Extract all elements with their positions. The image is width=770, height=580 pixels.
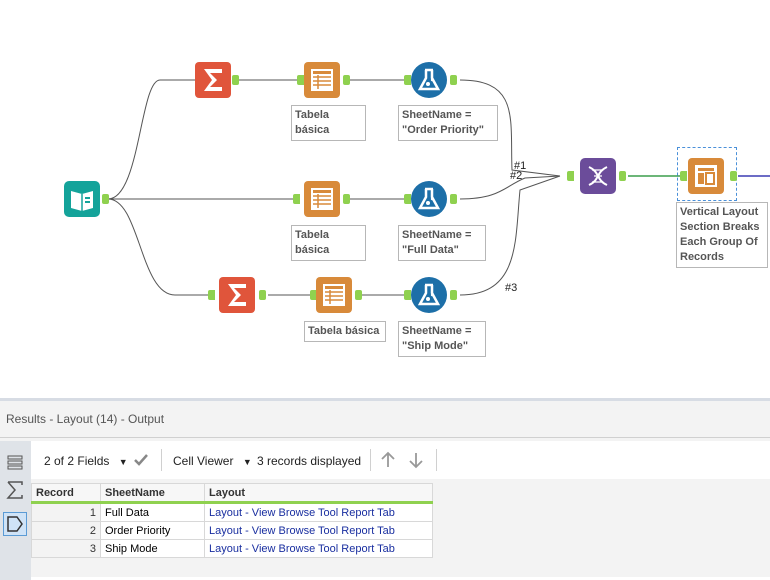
annotation-text: Vertical Layout [680, 206, 759, 218]
input-anchor[interactable] [404, 290, 411, 300]
output-anchor[interactable] [343, 75, 350, 85]
summarize-tool[interactable] [195, 62, 231, 98]
output-anchor[interactable] [730, 171, 737, 181]
formula-annotation: SheetName = "Order Priority" [398, 105, 498, 141]
results-side-rail [0, 441, 31, 580]
input-data-tool[interactable] [64, 181, 100, 217]
table-annotation: Tabela básica [291, 225, 366, 261]
annotation-text: "Ship Mode" [402, 340, 469, 352]
divider [0, 437, 770, 438]
input-anchor[interactable] [680, 171, 687, 181]
fields-select-label: 2 of 2 Fields [44, 454, 110, 468]
tag-view-icon[interactable] [3, 512, 27, 536]
table-annotation: Tabela básica [291, 105, 366, 141]
cell-viewer-label: Cell Viewer [173, 454, 234, 468]
annotation-text: Records [680, 251, 725, 263]
output-anchor[interactable] [450, 194, 457, 204]
divider [436, 449, 437, 471]
layout-annotation: Vertical Layout Section Breaks Each Grou… [676, 202, 768, 268]
table-view-icon[interactable] [3, 451, 27, 475]
annotation-text: SheetName = [402, 325, 472, 337]
record-number: 1 [31, 502, 101, 522]
input-anchor[interactable] [297, 75, 304, 85]
arrow-up-icon[interactable] [379, 450, 397, 473]
output-anchor[interactable] [232, 75, 239, 85]
input-anchor[interactable] [293, 194, 300, 204]
summarize-tool[interactable] [219, 277, 255, 313]
results-toolbar: 2 of 2 Fields ▼ Cell Viewer ▼ 3 records … [31, 441, 770, 479]
chevron-down-icon: ▼ [118, 457, 128, 467]
layout-cell[interactable]: Layout - View Browse Tool Report Tab [204, 502, 433, 522]
annotation-text: Each Group Of [680, 236, 758, 248]
formula-annotation: SheetName = "Ship Mode" [398, 321, 486, 357]
formula-tool[interactable] [411, 181, 447, 217]
sheetname-cell[interactable]: Full Data [100, 502, 205, 522]
union-tool[interactable] [580, 158, 616, 194]
input-anchor[interactable] [208, 290, 215, 300]
column-header-sheetname[interactable]: SheetName [100, 483, 205, 504]
column-header-record[interactable]: Record [31, 483, 101, 504]
formula-annotation: SheetName = "Full Data" [398, 225, 486, 261]
output-anchor[interactable] [259, 290, 266, 300]
output-anchor[interactable] [355, 290, 362, 300]
table-row[interactable]: 1 Full Data Layout - View Browse Tool Re… [31, 502, 433, 522]
input-anchor[interactable] [404, 75, 411, 85]
connection-label: #2 [510, 170, 523, 182]
input-anchor[interactable] [404, 194, 411, 204]
results-title: Results - Layout (14) - Output [6, 412, 165, 426]
records-count: 3 records displayed [257, 454, 362, 468]
output-anchor[interactable] [619, 171, 626, 181]
table-tool[interactable] [304, 62, 340, 98]
connection-label: #3 [505, 282, 518, 294]
output-anchor[interactable] [102, 194, 109, 204]
column-header-layout[interactable]: Layout [204, 483, 433, 504]
formula-tool[interactable] [411, 277, 447, 313]
summary-view-icon[interactable] [3, 478, 27, 502]
input-anchor[interactable] [567, 171, 574, 181]
divider [161, 449, 162, 471]
output-anchor[interactable] [450, 75, 457, 85]
annotation-text: SheetName = [402, 229, 472, 241]
table-tool[interactable] [304, 181, 340, 217]
results-table: Record SheetName Layout 1 Full Data Layo… [31, 483, 433, 558]
formula-tool[interactable] [411, 62, 447, 98]
fields-select[interactable]: 2 of 2 Fields ▼ [44, 454, 128, 468]
sheetname-cell[interactable]: Order Priority [100, 521, 205, 540]
cell-viewer-select[interactable]: Cell Viewer ▼ [173, 454, 252, 468]
divider [370, 449, 371, 471]
sheetname-cell[interactable]: Ship Mode [100, 539, 205, 558]
check-icon[interactable] [132, 451, 150, 472]
annotation-text: "Full Data" [402, 244, 459, 256]
chevron-down-icon: ▼ [242, 457, 252, 467]
annotation-text: Tabela básica [295, 109, 330, 136]
table-header-row: Record SheetName Layout [31, 483, 433, 504]
layout-cell[interactable]: Layout - View Browse Tool Report Tab [204, 521, 433, 540]
arrow-down-icon[interactable] [407, 450, 425, 473]
output-anchor[interactable] [343, 194, 350, 204]
annotation-text: SheetName = [402, 109, 472, 121]
table-tool[interactable] [316, 277, 352, 313]
annotation-text: Tabela básica [308, 325, 380, 337]
record-number: 3 [31, 539, 101, 558]
results-panel: Results - Layout (14) - Output 2 of 2 Fi… [0, 398, 770, 580]
table-row[interactable]: 3 Ship Mode Layout - View Browse Tool Re… [31, 539, 433, 558]
output-anchor[interactable] [450, 290, 457, 300]
annotation-text: Section Breaks [680, 221, 760, 233]
layout-tool[interactable] [688, 158, 724, 194]
table-row[interactable]: 2 Order Priority Layout - View Browse To… [31, 521, 433, 540]
annotation-text: "Order Priority" [402, 124, 484, 136]
record-number: 2 [31, 521, 101, 540]
layout-cell[interactable]: Layout - View Browse Tool Report Tab [204, 539, 433, 558]
table-annotation: Tabela básica [304, 321, 386, 342]
annotation-text: Tabela básica [295, 229, 330, 256]
workflow-canvas[interactable]: Tabela básica SheetName = "Order Priority… [0, 0, 770, 398]
